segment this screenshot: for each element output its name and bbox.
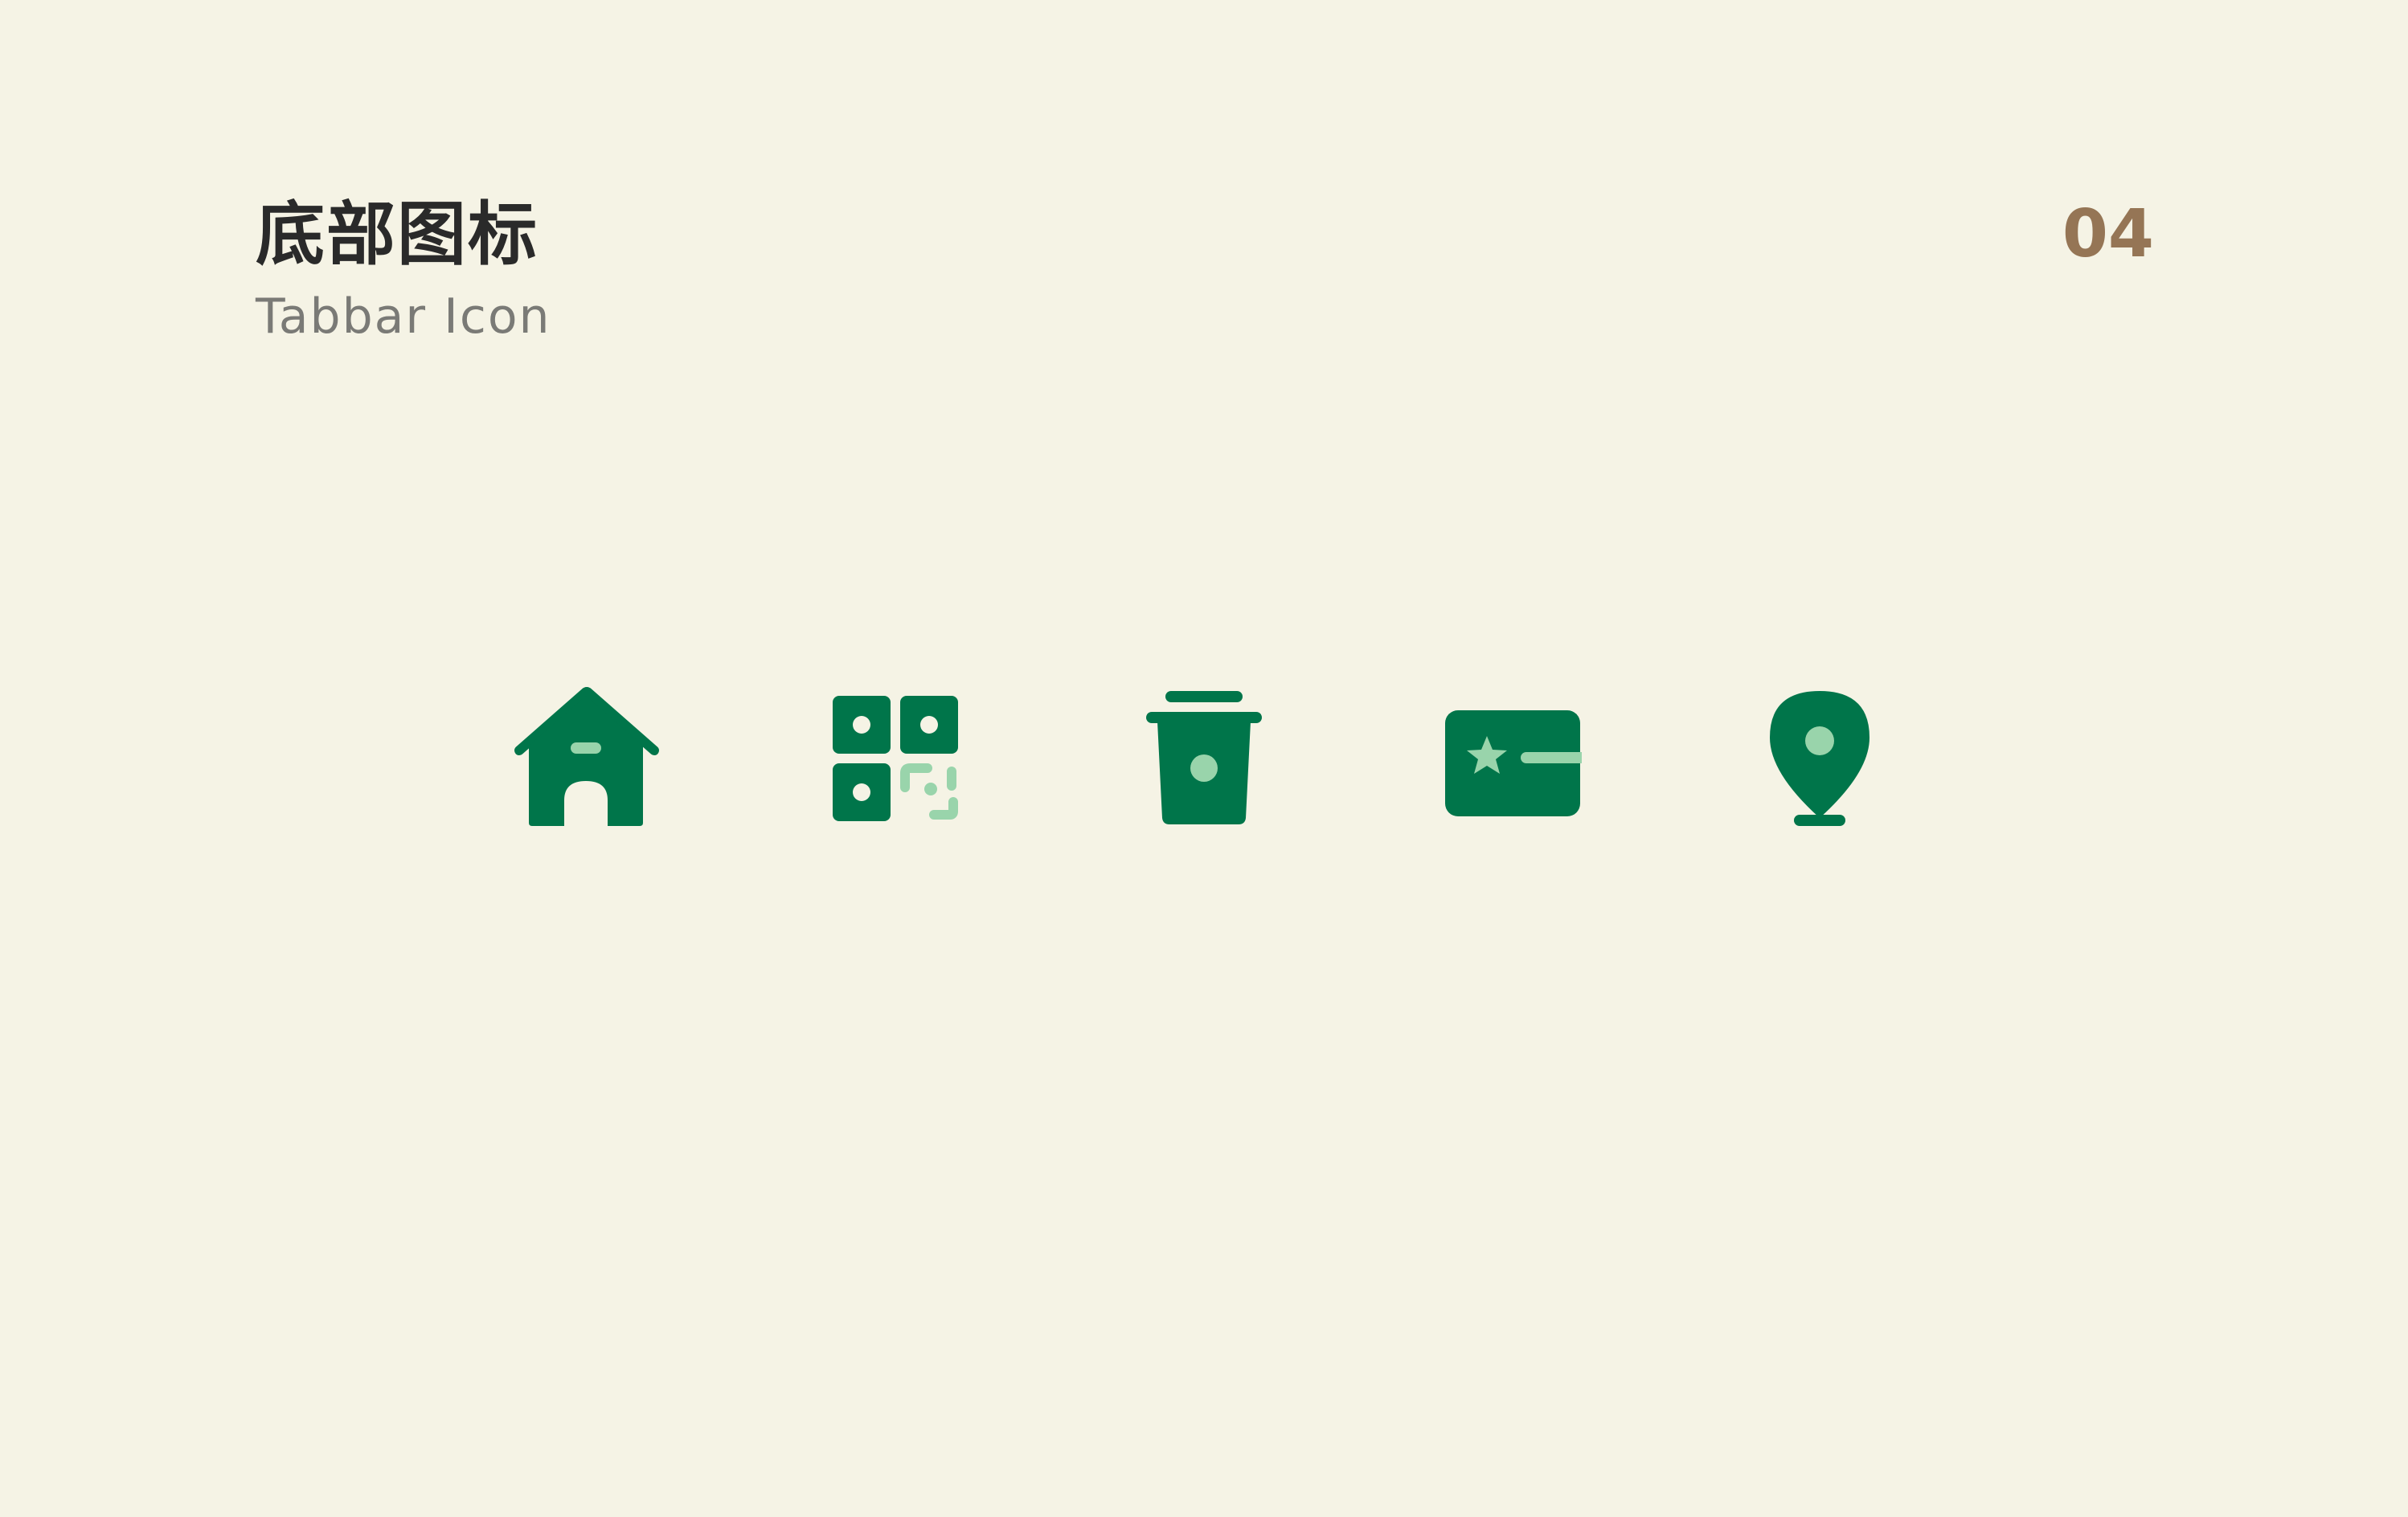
page-subtitle: Tabbar Icon	[256, 288, 551, 345]
star-card-icon	[1445, 710, 1582, 816]
page-title: 底部图标	[256, 194, 539, 275]
home-icon	[514, 687, 659, 826]
page-number: 04	[2062, 196, 2154, 272]
coffee-cup-icon	[1146, 691, 1262, 824]
tabbar-icon-page: 底部图标 Tabbar Icon 04	[0, 0, 2408, 1517]
location-pin-icon	[1770, 691, 1869, 826]
qr-code-icon	[833, 696, 958, 821]
